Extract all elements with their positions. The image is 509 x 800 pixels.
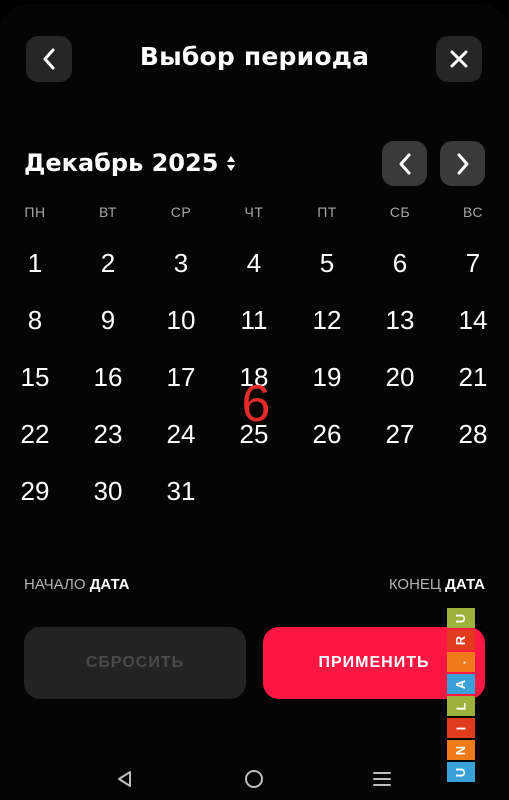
unila-letter: I <box>447 718 475 738</box>
chevron-left-icon <box>399 153 410 174</box>
calendar-day[interactable]: 15 <box>7 356 63 398</box>
calendar-day[interactable]: 6 <box>372 242 428 284</box>
system-navigation-bar <box>0 759 509 799</box>
calendar-day[interactable]: 5 <box>299 242 355 284</box>
circle-home-icon <box>245 770 263 788</box>
weekday-label: ЧТ <box>244 204 264 220</box>
calendar-day[interactable]: 20 <box>372 356 428 398</box>
period-end-prefix: КОНЕЦ <box>388 576 441 593</box>
unila-letter: N <box>447 740 475 760</box>
system-back-button[interactable] <box>111 765 139 793</box>
period-start-label[interactable]: НАЧАЛО ДАТА <box>24 576 130 593</box>
weekday-label: ВТ <box>99 204 117 220</box>
close-icon <box>450 50 468 68</box>
menu-lines-icon <box>373 772 391 786</box>
period-end-label[interactable]: КОНЕЦ ДАТА <box>389 576 485 593</box>
unila-letter: R <box>447 630 475 650</box>
calendar-day[interactable]: 2 <box>80 242 136 284</box>
month-label: Декабрь 2025 <box>24 149 219 177</box>
system-recents-button[interactable] <box>368 765 396 793</box>
weekday-label: ВС <box>463 204 483 220</box>
calendar-day[interactable]: 14 <box>445 299 501 341</box>
calendar-day[interactable]: 30 <box>80 470 136 512</box>
weekday-label: СР <box>170 204 192 220</box>
next-month-button[interactable] <box>440 141 485 186</box>
period-picker-sheet: Выбор периода Декабрь 2025 ПН ВТ СР ЧТ П… <box>0 4 509 800</box>
weekday-label: ПН <box>24 204 46 220</box>
calendar-day[interactable]: 28 <box>445 413 501 455</box>
close-button[interactable] <box>436 36 482 82</box>
sort-arrows-icon <box>227 155 236 171</box>
system-home-button[interactable] <box>240 765 268 793</box>
calendar-day[interactable]: 13 <box>372 299 428 341</box>
calendar-day[interactable]: 31 <box>153 470 209 512</box>
unila-letter: U <box>447 608 475 628</box>
weekday-header: ПН ВТ СР ЧТ ПТ СБ ВС <box>0 204 509 226</box>
month-selector[interactable]: Декабрь 2025 <box>24 145 236 181</box>
period-start-prefix: НАЧАЛО <box>24 576 86 593</box>
calendar-day[interactable]: 10 <box>153 299 209 341</box>
page-title: Выбор периода <box>139 42 370 71</box>
unila-watermark-logo: UR.ALINU <box>447 608 475 782</box>
calendar-day[interactable]: 17 <box>153 356 209 398</box>
calendar-day[interactable]: 24 <box>153 413 209 455</box>
weekday-label: СБ <box>389 204 411 220</box>
calendar-day[interactable]: 8 <box>7 299 63 341</box>
calendar-day[interactable]: 19 <box>299 356 355 398</box>
weekday-label: ПТ <box>317 204 337 220</box>
calendar-day[interactable]: 21 <box>445 356 501 398</box>
calendar-day[interactable]: 9 <box>80 299 136 341</box>
period-start-value: ДАТА <box>89 576 130 593</box>
calendar-day[interactable]: 26 <box>299 413 355 455</box>
calendar-day[interactable]: 12 <box>299 299 355 341</box>
calendar-day[interactable]: 27 <box>372 413 428 455</box>
calendar-day[interactable]: 7 <box>445 242 501 284</box>
chevron-right-icon <box>457 153 468 174</box>
calendar-day[interactable]: 23 <box>80 413 136 455</box>
calendar-day[interactable]: 29 <box>7 470 63 512</box>
unila-letter: . <box>447 652 475 672</box>
calendar-day[interactable]: 11 <box>226 299 282 341</box>
calendar-day[interactable]: 3 <box>153 242 209 284</box>
overlay-number: 6 <box>241 375 271 433</box>
calendar-day[interactable]: 22 <box>7 413 63 455</box>
reset-button[interactable]: СБРОСИТЬ <box>24 627 246 699</box>
triangle-back-icon <box>118 771 131 787</box>
calendar-day[interactable]: 1 <box>7 242 63 284</box>
calendar-day[interactable]: 16 <box>80 356 136 398</box>
unila-letter: L <box>447 696 475 716</box>
unila-letter: A <box>447 674 475 694</box>
previous-month-button[interactable] <box>382 141 427 186</box>
period-end-value: ДАТА <box>445 576 485 593</box>
calendar-day[interactable]: 4 <box>226 242 282 284</box>
